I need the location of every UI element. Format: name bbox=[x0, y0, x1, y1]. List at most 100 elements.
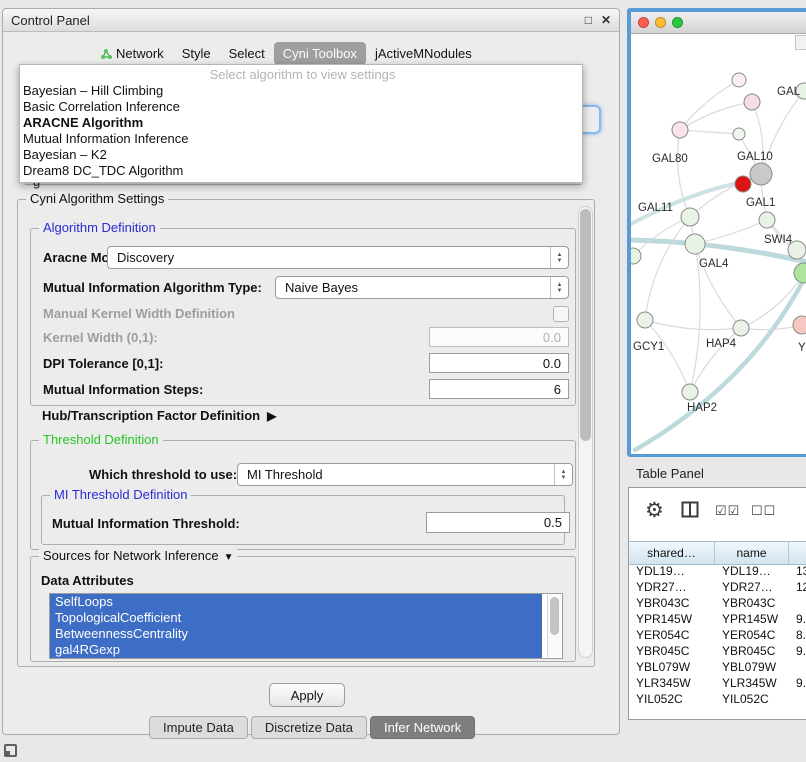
attribute-item[interactable]: BetweennessCentrality bbox=[50, 626, 542, 642]
network-node[interactable] bbox=[744, 94, 760, 110]
network-node-gal80[interactable] bbox=[672, 122, 688, 138]
table-row[interactable]: YDL19…YDL19…13 bbox=[629, 563, 806, 579]
combo-stepper-icon: ▲▼ bbox=[554, 464, 572, 485]
kernel-width-field[interactable]: 0.0 bbox=[429, 327, 569, 347]
network-node-gal11[interactable] bbox=[681, 208, 699, 226]
aracne-mode-combo[interactable]: Discovery ▲▼ bbox=[107, 246, 569, 269]
network-edge[interactable] bbox=[635, 279, 804, 450]
mi-steps-field[interactable]: 6 bbox=[429, 379, 569, 399]
tab-network-label: Network bbox=[116, 46, 164, 61]
mi-threshold-field[interactable]: 0.5 bbox=[426, 512, 570, 533]
attributes-scrollbar[interactable] bbox=[547, 595, 561, 657]
float-icon[interactable]: □ bbox=[585, 14, 592, 26]
algorithm-option[interactable]: Dream8 DC_TDC Algorithm bbox=[20, 163, 582, 179]
sources-group-title[interactable]: Sources for Network Inference▼ bbox=[39, 548, 237, 563]
canvas-scrollbar[interactable] bbox=[795, 35, 806, 50]
attribute-item[interactable]: TopologicalCoefficient bbox=[50, 610, 542, 626]
table-row[interactable]: YIL052CYIL052C bbox=[629, 691, 806, 707]
tab-jactivemnodules[interactable]: jActiveMNodules bbox=[366, 42, 481, 65]
hub-section-toggle[interactable]: Hub/Transcription Factor Definition▶ bbox=[42, 408, 276, 423]
zoom-traffic-light-icon[interactable] bbox=[672, 17, 683, 28]
select-all-checkboxes-icon[interactable]: ☑☑ bbox=[715, 503, 740, 519]
tab-discretize-data[interactable]: Discretize Data bbox=[251, 716, 367, 739]
algorithm-option[interactable]: ARACNE Algorithm bbox=[20, 115, 582, 131]
data-attributes-list[interactable]: SelfLoopsTopologicalCoefficientBetweenne… bbox=[49, 593, 563, 659]
network-node-gal4[interactable] bbox=[685, 234, 705, 254]
network-node-y[interactable] bbox=[793, 316, 806, 334]
settings-scrollbar[interactable] bbox=[578, 206, 593, 658]
algorithm-option[interactable]: Basic Correlation Inference bbox=[20, 99, 582, 115]
algorithm-placeholder[interactable]: Select algorithm to view settings bbox=[20, 67, 582, 83]
apply-button[interactable]: Apply bbox=[269, 683, 345, 707]
attribute-item[interactable]: gal4RGexp bbox=[50, 642, 542, 658]
mi-type-combo[interactable]: Naive Bayes ▲▼ bbox=[275, 276, 569, 299]
table-panel-title: Table Panel bbox=[636, 466, 704, 481]
algorithm-option[interactable]: Bayesian – K2 bbox=[20, 147, 582, 163]
network-edge[interactable] bbox=[645, 217, 690, 320]
table-cell: 9. bbox=[789, 676, 806, 690]
attribute-item[interactable]: SelfLoops bbox=[50, 594, 542, 610]
node-label: GAL4 bbox=[699, 258, 729, 270]
columns-icon[interactable] bbox=[681, 501, 699, 518]
table-row[interactable]: YLR345WYLR345W9. bbox=[629, 675, 806, 691]
tab-select[interactable]: Select bbox=[220, 42, 274, 65]
column-header-shared-name[interactable]: shared… bbox=[629, 542, 715, 564]
table-cell: YIL052C bbox=[715, 692, 789, 706]
column-header-extra[interactable] bbox=[789, 542, 806, 564]
network-edge[interactable] bbox=[695, 220, 767, 244]
table-rows: YDL19…YDL19…13YDR27…YDR27…12YBR043CYBR04… bbox=[629, 563, 806, 707]
network-edge[interactable] bbox=[645, 320, 690, 392]
network-edge[interactable] bbox=[645, 320, 741, 330]
network-node-hap4[interactable] bbox=[733, 320, 749, 336]
network-edge[interactable] bbox=[633, 217, 690, 256]
gear-icon[interactable]: ⚙ bbox=[645, 498, 664, 523]
close-icon[interactable]: ✕ bbox=[601, 14, 611, 26]
network-node-gcy1[interactable] bbox=[637, 312, 653, 328]
table-row[interactable]: YDR27…YDR27…12 bbox=[629, 579, 806, 595]
tab-style[interactable]: Style bbox=[173, 42, 220, 65]
deselect-all-checkboxes-icon[interactable]: ☐☐ bbox=[751, 503, 776, 519]
network-canvas[interactable]: GALGAL80GAL10GAL11GAL1SWI4GAL4GCY1HAP4YH… bbox=[631, 34, 806, 454]
network-node[interactable] bbox=[794, 263, 806, 283]
network-edge[interactable] bbox=[680, 102, 752, 130]
dpi-tolerance-field[interactable]: 0.0 bbox=[429, 353, 569, 373]
which-threshold-combo[interactable]: MI Threshold ▲▼ bbox=[237, 463, 573, 486]
table-row[interactable]: YPR145WYPR145W9. bbox=[629, 611, 806, 627]
tab-select-label: Select bbox=[229, 46, 265, 61]
mi-steps-label: Mutual Information Steps: bbox=[43, 382, 203, 397]
network-window-titlebar[interactable] bbox=[631, 12, 806, 34]
network-node[interactable] bbox=[735, 176, 751, 192]
network-edge[interactable] bbox=[680, 80, 739, 130]
network-node[interactable] bbox=[733, 128, 745, 140]
manual-kernel-checkbox[interactable] bbox=[553, 306, 569, 322]
minimize-traffic-light-icon[interactable] bbox=[655, 17, 666, 28]
column-header-name[interactable]: name bbox=[715, 542, 789, 564]
algorithm-option[interactable]: Mutual Information Inference bbox=[20, 131, 582, 147]
network-edge[interactable] bbox=[678, 130, 690, 217]
network-node-gal1[interactable] bbox=[759, 212, 775, 228]
tab-network[interactable]: Network bbox=[91, 42, 173, 65]
network-node[interactable] bbox=[732, 73, 746, 87]
node-label: GAL bbox=[777, 86, 801, 98]
which-threshold-label: Which threshold to use: bbox=[89, 467, 237, 482]
close-traffic-light-icon[interactable] bbox=[638, 17, 649, 28]
scrollbar-thumb[interactable] bbox=[580, 209, 591, 441]
network-node-gal10[interactable] bbox=[750, 163, 772, 185]
tab-cyni-toolbox[interactable]: Cyni Toolbox bbox=[274, 42, 366, 65]
tab-impute-data[interactable]: Impute Data bbox=[149, 716, 248, 739]
table-row[interactable]: YBR043CYBR043C bbox=[629, 595, 806, 611]
tab-infer-network[interactable]: Infer Network bbox=[370, 716, 475, 739]
network-node-hap2[interactable] bbox=[682, 384, 698, 400]
table-row[interactable]: YBR045CYBR045C9. bbox=[629, 643, 806, 659]
network-edge[interactable] bbox=[680, 130, 739, 134]
manual-kernel-label: Manual Kernel Width Definition bbox=[43, 306, 235, 321]
network-edge[interactable] bbox=[695, 244, 741, 328]
algorithm-option[interactable]: Bayesian – Hill Climbing bbox=[20, 83, 582, 99]
table-row[interactable]: YBL079WYBL079W bbox=[629, 659, 806, 675]
scrollbar-thumb[interactable] bbox=[550, 597, 559, 635]
control-panel-title: Control Panel bbox=[11, 13, 576, 28]
panel-restore-icon[interactable] bbox=[4, 744, 17, 757]
table-row[interactable]: YER054CYER054C8. bbox=[629, 627, 806, 643]
dpi-tolerance-label: DPI Tolerance [0,1]: bbox=[43, 356, 163, 371]
hidden-groupbox-border bbox=[25, 184, 581, 185]
